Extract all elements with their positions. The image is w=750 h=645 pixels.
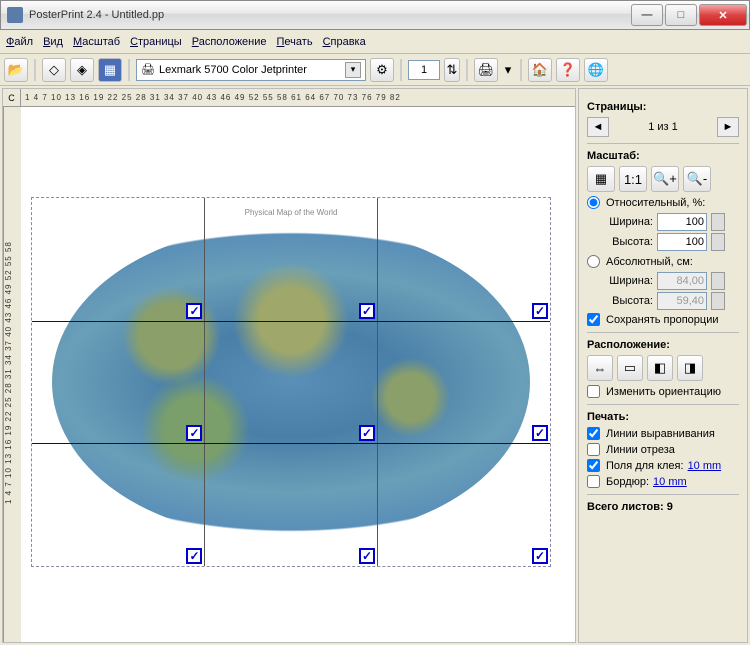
layout-btn-1[interactable]: ⇔ [587,355,613,381]
align-lines-label: Линии выравнивания [606,428,715,440]
home-button[interactable]: 🏠 [528,58,552,82]
ruler-horizontal: 1 4 7 10 13 16 19 22 25 28 31 34 37 40 4… [21,89,575,107]
height-label: Высота: [603,236,653,248]
print-dropdown[interactable]: ▾ [502,58,514,82]
open-button[interactable]: 📂 [4,58,28,82]
layout-btn-3[interactable]: ◧ [647,355,673,381]
tile-check-9[interactable]: ✓ [532,548,548,564]
zoom-11-button[interactable]: 1:1 [619,166,647,192]
chevron-down-icon[interactable]: ▾ [345,62,361,78]
page-spinner[interactable]: 1 [408,60,440,80]
glue-checkbox[interactable] [587,459,600,472]
tile-check-8[interactable]: ✓ [359,548,375,564]
orientation-label: Изменить ориентацию [606,386,721,398]
border-checkbox[interactable] [587,475,600,488]
spinner-updown[interactable]: ⇅ [444,58,460,82]
map-image [52,228,530,536]
keep-ratio-checkbox[interactable] [587,313,600,326]
absolute-label: Абсолютный, см: [606,256,693,268]
printer-icon: 🖨 [141,63,155,76]
cut-lines-label: Линии отреза [606,444,675,456]
tool-btn-1[interactable]: ◇ [42,58,66,82]
abs-width-label: Ширина: [603,275,653,287]
ruler-vertical: 1 4 7 10 13 16 19 22 25 28 31 34 37 40 4… [3,107,21,642]
print-button[interactable]: 🖨 [474,58,498,82]
zoom-in-button[interactable]: 🔍+ [651,166,679,192]
layout-section-title: Расположение: [587,339,739,351]
minimize-button[interactable]: — [631,4,663,26]
page-next-button[interactable]: ► [717,117,739,137]
tile-check-5[interactable]: ✓ [359,425,375,441]
toolbar: 📂 ◇ ◈ ▦ 🖨 Lexmark 5700 Color Jetprinter … [0,54,750,86]
cut-lines-checkbox[interactable] [587,443,600,456]
menubar: Файл Вид Масштаб Страницы Расположение П… [0,30,750,54]
rel-height-spin[interactable] [711,233,725,251]
abs-height-input: 59,40 [657,292,707,310]
glue-label: Поля для клея: [606,460,684,472]
about-button[interactable]: 🌐 [584,58,608,82]
rel-width-spin[interactable] [711,213,725,231]
abs-width-input: 84,00 [657,272,707,290]
abs-height-label: Высота: [603,295,653,307]
printer-select[interactable]: 🖨 Lexmark 5700 Color Jetprinter ▾ [136,59,366,81]
border-label: Бордюр: [606,476,649,488]
canvas-area: С 1 4 7 10 13 16 19 22 25 28 31 34 37 40… [2,88,576,643]
pages-section-title: Страницы: [587,101,739,113]
page-count: 1 из 1 [617,121,709,133]
menu-help[interactable]: Справка [323,36,366,48]
printer-props-button[interactable]: ⚙ [370,58,394,82]
zoom-out-button[interactable]: 🔍- [683,166,711,192]
tile-check-1[interactable]: ✓ [186,303,202,319]
tile-check-6[interactable]: ✓ [532,425,548,441]
relative-label: Относительный, %: [606,197,705,209]
tile-check-4[interactable]: ✓ [186,425,202,441]
tool-btn-2[interactable]: ◈ [70,58,94,82]
align-lines-checkbox[interactable] [587,427,600,440]
tile-check-2[interactable]: ✓ [359,303,375,319]
rel-height-input[interactable]: 100 [657,233,707,251]
border-link[interactable]: 10 mm [653,476,687,488]
help-button[interactable]: ❓ [556,58,580,82]
menu-layout[interactable]: Расположение [192,36,267,48]
poster-preview[interactable]: Physical Map of the World ✓ ✓ ✓ ✓ ✓ ✓ ✓ … [31,197,551,567]
map-caption: Physical Map of the World [32,208,550,217]
maximize-button[interactable]: □ [665,4,697,26]
printer-name: Lexmark 5700 Color Jetprinter [159,64,307,76]
menu-pages[interactable]: Страницы [130,36,182,48]
rel-width-input[interactable]: 100 [657,213,707,231]
absolute-radio[interactable] [587,255,600,268]
glue-link[interactable]: 10 mm [688,460,722,472]
menu-scale[interactable]: Масштаб [73,36,120,48]
menu-print[interactable]: Печать [277,36,313,48]
menu-file[interactable]: Файл [6,36,33,48]
abs-width-spin [711,272,725,290]
tile-check-7[interactable]: ✓ [186,548,202,564]
keep-ratio-label: Сохранять пропорции [606,314,719,326]
grid-icon[interactable]: ▦ [587,166,615,192]
ruler-corner: С [3,89,21,107]
orientation-checkbox[interactable] [587,385,600,398]
tool-btn-3[interactable]: ▦ [98,58,122,82]
scale-section-title: Масштаб: [587,150,739,162]
layout-btn-4[interactable]: ◨ [677,355,703,381]
window-title: PosterPrint 2.4 - Untitled.pp [29,9,631,21]
relative-radio[interactable] [587,196,600,209]
menu-view[interactable]: Вид [43,36,63,48]
width-label: Ширина: [603,216,653,228]
print-section-title: Печать: [587,411,739,423]
side-panel: Страницы: ◄ 1 из 1 ► Масштаб: ▦ 1:1 🔍+ 🔍… [578,88,748,643]
close-button[interactable]: ✕ [699,4,747,26]
app-icon [7,7,23,23]
layout-btn-2[interactable]: ▭ [617,355,643,381]
canvas[interactable]: Physical Map of the World ✓ ✓ ✓ ✓ ✓ ✓ ✓ … [21,107,575,642]
total-sheets: Всего листов: 9 [587,501,739,513]
page-prev-button[interactable]: ◄ [587,117,609,137]
titlebar: PosterPrint 2.4 - Untitled.pp — □ ✕ [0,0,750,30]
abs-height-spin [711,292,725,310]
tile-check-3[interactable]: ✓ [532,303,548,319]
